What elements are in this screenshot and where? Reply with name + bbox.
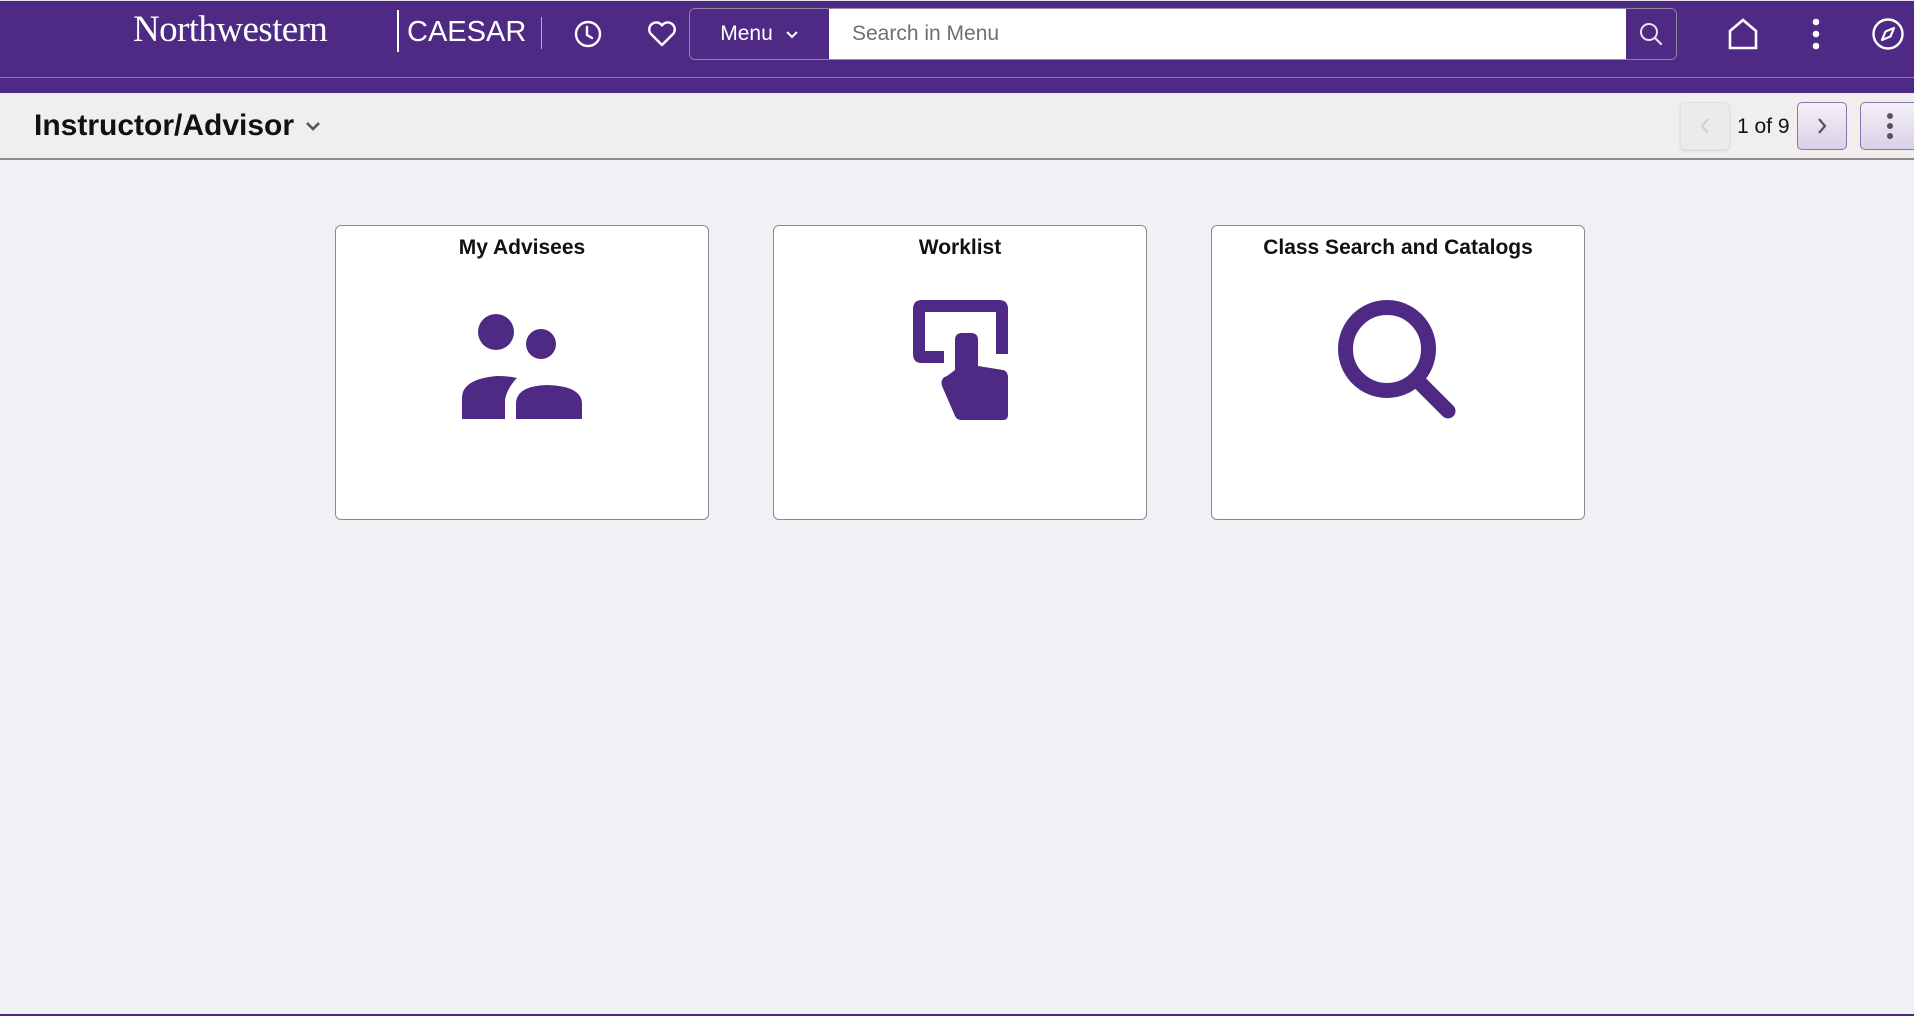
- app-name: CAESAR: [407, 16, 527, 48]
- menu-search-group: Menu: [689, 8, 1677, 60]
- tile-my-advisees[interactable]: My Advisees: [335, 225, 709, 520]
- home-button[interactable]: [1723, 14, 1763, 54]
- tile-class-search-and-catalogs[interactable]: Class Search and Catalogs: [1211, 225, 1585, 520]
- page-header-bar: Instructor/Advisor 1 of 9: [0, 93, 1914, 160]
- menu-label: Menu: [720, 22, 773, 45]
- top-banner: Northwestern CAESAR Menu: [0, 1, 1914, 93]
- actions-menu-button[interactable]: [1796, 14, 1836, 54]
- favorites-button[interactable]: [642, 14, 682, 54]
- northwestern-logo[interactable]: Northwestern: [133, 5, 328, 55]
- header-separator: [541, 17, 542, 49]
- chevron-left-icon: [1700, 118, 1709, 134]
- recently-visited-button[interactable]: [568, 14, 608, 54]
- logo-divider: [397, 10, 399, 52]
- tile-title: Class Search and Catalogs: [1263, 236, 1533, 259]
- menu-dropdown-button[interactable]: Menu: [690, 9, 829, 59]
- heart-icon: [648, 21, 676, 47]
- homepage-selector-chevron-icon[interactable]: [302, 115, 324, 137]
- previous-page-button[interactable]: [1680, 102, 1730, 150]
- next-page-button[interactable]: [1797, 102, 1847, 150]
- page-title[interactable]: Instructor/Advisor: [34, 109, 294, 143]
- tile-worklist[interactable]: Worklist: [773, 225, 1147, 520]
- menu-search-button[interactable]: [1626, 9, 1676, 59]
- navigator-button[interactable]: [1868, 14, 1908, 54]
- advisees-icon: [462, 314, 582, 419]
- search-icon: [1338, 300, 1456, 419]
- page-actions-button[interactable]: [1860, 102, 1914, 150]
- worklist-icon: [913, 300, 1008, 420]
- clock-icon: [574, 20, 602, 48]
- more-vertical-icon: [1887, 113, 1893, 139]
- menu-search-input[interactable]: [829, 9, 1626, 59]
- more-vertical-icon: [1812, 18, 1820, 50]
- search-icon: [1640, 23, 1663, 46]
- tile-title: Worklist: [918, 236, 1002, 259]
- chevron-down-icon: [786, 31, 798, 39]
- banner-divider: [0, 77, 1914, 78]
- compass-icon: [1872, 18, 1904, 50]
- tile-title: My Advisees: [458, 236, 586, 259]
- page-counter: 1 of 9: [1737, 115, 1790, 138]
- chevron-right-icon: [1818, 118, 1827, 134]
- home-icon: [1728, 18, 1758, 50]
